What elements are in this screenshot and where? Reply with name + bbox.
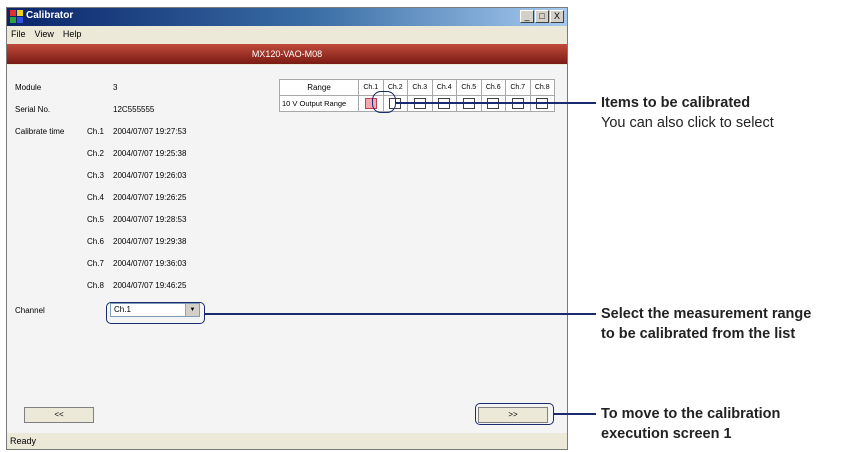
range-checkbox-ch8[interactable]: [536, 98, 549, 109]
time-channel-3: Ch.3: [87, 171, 104, 180]
channel-header-3: Ch.3: [407, 79, 433, 96]
serial-label: Serial No.: [15, 105, 51, 114]
module-banner: MX120-VAO-M08: [7, 44, 567, 64]
channel-header-8: Ch.8: [529, 79, 555, 96]
maximize-button[interactable]: □: [535, 10, 549, 23]
move-line-2: execution screen 1: [601, 426, 732, 442]
range-table: Range Ch.1 Ch.2 Ch.3 Ch.4 Ch.5 Ch.6 Ch.7…: [279, 79, 555, 112]
range-line-2: to be calibrated from the list: [601, 326, 796, 342]
range-callout-line: [205, 313, 596, 315]
time-value-8: 2004/07/07 19:46:25: [113, 281, 187, 290]
minimize-button[interactable]: _: [520, 10, 534, 23]
time-channel-1: Ch.1: [87, 127, 104, 136]
time-value-4: 2004/07/07 19:26:25: [113, 193, 187, 202]
menu-bar: File View Help: [7, 26, 567, 43]
time-channel-7: Ch.7: [87, 259, 104, 268]
app-icon: [10, 10, 23, 23]
range-checkbox-ch4[interactable]: [438, 98, 451, 109]
items-callout-line: [396, 102, 596, 104]
module-label: Module: [15, 83, 42, 92]
range-line-1: Select the measurement range: [601, 306, 812, 322]
channel-header-5: Ch.5: [456, 79, 482, 96]
time-channel-6: Ch.6: [87, 237, 104, 246]
range-annotation: Select the measurement range to be calib…: [601, 304, 811, 344]
time-value-3: 2004/07/07 19:26:03: [113, 171, 187, 180]
checkbox-highlight: [372, 91, 396, 113]
channel-highlight: [106, 302, 205, 324]
serial-value: 12C555555: [113, 105, 155, 114]
items-annotation: Items to be calibrated You can also clic…: [601, 93, 774, 133]
menu-view[interactable]: View: [31, 26, 59, 43]
move-annotation: To move to the calibration execution scr…: [601, 404, 780, 444]
range-checkbox-ch6[interactable]: [487, 98, 500, 109]
time-value-2: 2004/07/07 19:25:38: [113, 149, 187, 158]
back-button[interactable]: <<: [24, 407, 94, 423]
channel-label: Channel: [15, 306, 45, 315]
time-channel-2: Ch.2: [87, 149, 104, 158]
time-value-5: 2004/07/07 19:28:53: [113, 215, 187, 224]
title-bar: Calibrator _ □ X: [7, 8, 567, 26]
range-checkbox-ch3[interactable]: [413, 98, 426, 109]
time-channel-4: Ch.4: [87, 193, 104, 202]
menu-help[interactable]: Help: [59, 26, 87, 43]
time-value-6: 2004/07/07 19:29:38: [113, 237, 187, 246]
range-checkbox-ch7[interactable]: [511, 98, 524, 109]
status-bar: Ready: [7, 433, 567, 449]
time-value-7: 2004/07/07 19:36:03: [113, 259, 187, 268]
time-value-1: 2004/07/07 19:27:53: [113, 127, 187, 136]
channel-header-6: Ch.6: [480, 79, 506, 96]
time-channel-8: Ch.8: [87, 281, 104, 290]
window-title: Calibrator: [26, 10, 74, 21]
range-row-label: 10 V Output Range: [279, 95, 359, 112]
move-line-1: To move to the calibration: [601, 406, 781, 422]
menu-file[interactable]: File: [7, 26, 31, 43]
time-channel-5: Ch.5: [87, 215, 104, 224]
range-checkbox-ch5[interactable]: [462, 98, 475, 109]
channel-header-7: Ch.7: [505, 79, 531, 96]
next-highlight: [475, 403, 554, 425]
close-button[interactable]: X: [550, 10, 564, 23]
next-callout-line: [554, 413, 596, 415]
items-subtitle: You can also click to select: [601, 115, 774, 131]
items-title: Items to be calibrated: [601, 95, 751, 111]
main-panel: Module 3 Serial No. 12C555555 Calibrate …: [7, 65, 567, 433]
range-header: Range: [279, 79, 359, 96]
calibrate-time-label: Calibrate time: [15, 127, 65, 136]
module-value: 3: [113, 83, 118, 92]
channel-header-4: Ch.4: [431, 79, 457, 96]
calibrator-window: Calibrator _ □ X File View Help MX120-VA…: [6, 7, 568, 450]
